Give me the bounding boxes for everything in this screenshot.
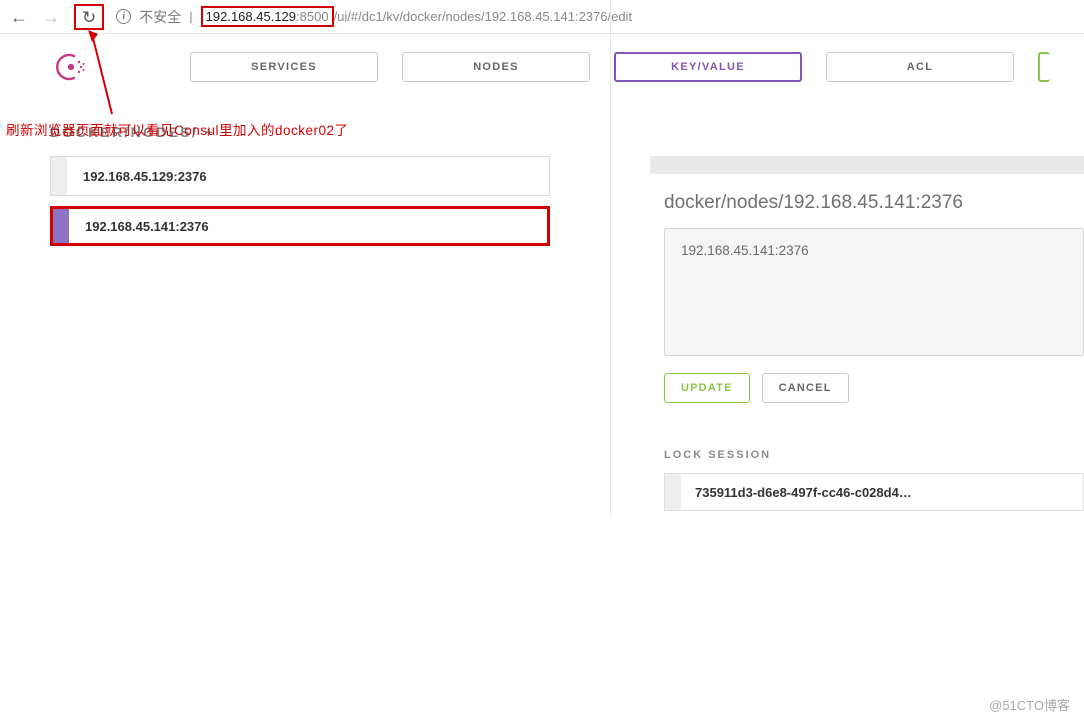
cancel-button[interactable]: CANCEL xyxy=(762,373,849,403)
lock-session-id: 735911d3-d6e8-497f-cc46-c028d4… xyxy=(681,485,912,500)
lock-session-heading: LOCK SESSION xyxy=(664,449,1084,461)
lock-session-section: LOCK SESSION 735911d3-d6e8-497f-cc46-c02… xyxy=(664,449,1084,511)
kv-row[interactable]: 192.168.45.129:2376 xyxy=(50,156,550,196)
tab-nodes[interactable]: NODES xyxy=(402,52,590,82)
tab-services[interactable]: SERVICES xyxy=(190,52,378,82)
watermark: @51CTO博客 xyxy=(989,695,1070,714)
kv-row-selected[interactable]: 192.168.45.141:2376 xyxy=(50,206,550,246)
tab-keyvalue[interactable]: KEY/VALUE xyxy=(614,52,802,82)
row-stripe xyxy=(51,157,67,195)
tab-partial[interactable] xyxy=(1038,52,1050,82)
editor-topbar xyxy=(650,156,1084,174)
consul-header: SERVICES NODES KEY/VALUE ACL xyxy=(0,34,1084,98)
kv-row-label: 192.168.45.129:2376 xyxy=(67,169,207,184)
column-divider xyxy=(610,0,611,515)
kv-list: 192.168.45.129:2376 192.168.45.141:2376 xyxy=(50,156,550,511)
browser-chrome: ← → ↻ i 不安全 | 192.168.45.129:8500/ui/#/d… xyxy=(0,0,1084,34)
url-text: 192.168.45.129:8500/ui/#/dc1/kv/docker/n… xyxy=(201,9,632,24)
row-stripe xyxy=(53,209,69,243)
nav-tabs: SERVICES NODES KEY/VALUE ACL xyxy=(190,52,1070,82)
value-textarea[interactable] xyxy=(664,228,1084,356)
forward-icon[interactable]: → xyxy=(42,8,60,26)
refresh-icon[interactable]: ↻ xyxy=(82,8,96,28)
kv-row-label: 192.168.45.141:2376 xyxy=(69,219,209,234)
info-icon[interactable]: i xyxy=(116,9,131,24)
consul-logo-icon xyxy=(56,52,86,82)
update-button[interactable]: UPDATE xyxy=(664,373,750,403)
kv-editor: docker/nodes/192.168.45.141:2376 UPDATE … xyxy=(650,156,1084,511)
editor-actions: UPDATE CANCEL xyxy=(664,373,1084,403)
editor-title: docker/nodes/192.168.45.141:2376 xyxy=(650,174,1084,228)
row-stripe xyxy=(665,474,681,510)
refresh-highlight: ↻ xyxy=(74,4,104,30)
insecure-label: 不安全 xyxy=(139,7,181,27)
annotation-text: 刷新浏览器页面就可以看见Consul里加入的docker02了 xyxy=(6,119,349,139)
browser-nav-icons: ← → ↻ xyxy=(10,4,104,30)
tab-acl[interactable]: ACL xyxy=(826,52,1014,82)
back-icon[interactable]: ← xyxy=(10,8,28,26)
lock-session-row[interactable]: 735911d3-d6e8-497f-cc46-c028d4… xyxy=(664,473,1084,511)
main: 192.168.45.129:2376 192.168.45.141:2376 … xyxy=(0,140,1084,511)
address-bar[interactable]: i 不安全 | 192.168.45.129:8500/ui/#/dc1/kv/… xyxy=(116,7,1074,27)
